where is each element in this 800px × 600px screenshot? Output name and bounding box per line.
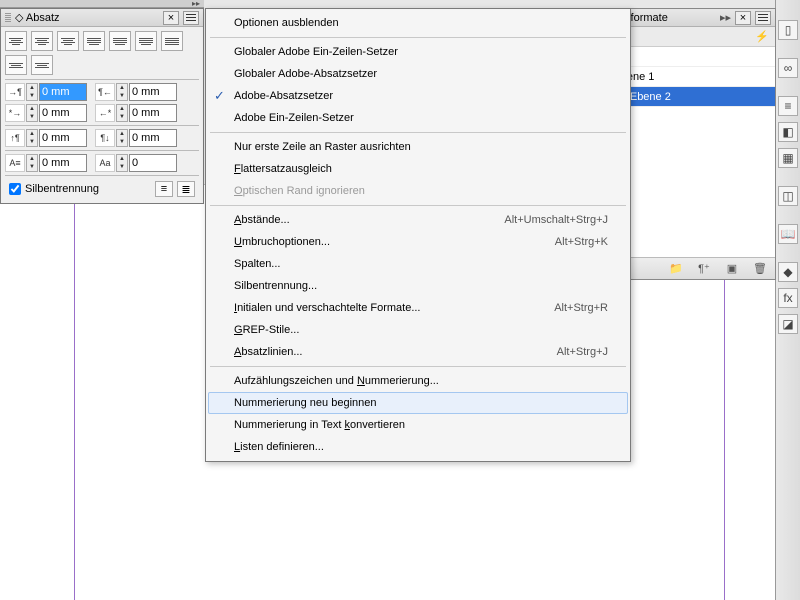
align-row-2 bbox=[5, 55, 199, 75]
panel-menu-button[interactable] bbox=[183, 11, 199, 25]
tool-book-icon[interactable]: 📖 bbox=[778, 224, 798, 244]
menu-ignore-optical-margin: Optischen Rand ignorieren bbox=[208, 180, 628, 202]
space-after-field: ¶↓ ▲▼ bbox=[95, 129, 177, 147]
menu-restart-numbering[interactable]: Nummerierung neu beginnen bbox=[208, 392, 628, 414]
menu-global-paragraph[interactable]: Globaler Adobe-Absatzsetzer bbox=[208, 63, 628, 85]
dropcap-chars-icon: Aa bbox=[95, 154, 115, 172]
space-before-input[interactable] bbox=[39, 129, 87, 147]
menu-columns[interactable]: Spalten... bbox=[208, 253, 628, 275]
dropcap-lines-input[interactable] bbox=[39, 154, 87, 172]
last-line-spinner[interactable]: ▲▼ bbox=[116, 104, 128, 122]
space-after-input[interactable] bbox=[129, 129, 177, 147]
menu-hide-options[interactable]: Optionen ausblenden bbox=[208, 12, 628, 34]
grip-icon bbox=[5, 13, 11, 23]
tool-stroke-icon[interactable]: ≡ bbox=[778, 96, 798, 116]
tool-links-icon[interactable]: ∞ bbox=[778, 58, 798, 78]
trash-icon[interactable]: 🗑 bbox=[753, 262, 767, 276]
first-line-spinner[interactable]: ▲▼ bbox=[26, 104, 38, 122]
panel-title-text: ◇ Absatz bbox=[15, 9, 159, 27]
align-left-button[interactable] bbox=[5, 31, 27, 51]
first-line-input[interactable] bbox=[39, 104, 87, 122]
first-line-indent-icon: *→ bbox=[5, 104, 25, 122]
menu-paragraph-rules[interactable]: Absatzlinien...Alt+Strg+J bbox=[208, 341, 628, 363]
tool-object-styles-icon[interactable]: ◪ bbox=[778, 314, 798, 334]
menu-dropcaps-nested[interactable]: Initialen und verschachtelte Formate...A… bbox=[208, 297, 628, 319]
last-line-indent-icon: ←* bbox=[95, 104, 115, 122]
folder-icon[interactable]: 📁 bbox=[669, 262, 683, 276]
space-after-spinner[interactable]: ▲▼ bbox=[116, 129, 128, 147]
menu-first-line-grid[interactable]: Nur erste Zeile an Raster ausrichten bbox=[208, 136, 628, 158]
menu-convert-numbering-to-text[interactable]: Nummerierung in Text konvertieren bbox=[208, 414, 628, 436]
tool-swatches-icon[interactable]: ▦ bbox=[778, 148, 798, 168]
guide-left[interactable] bbox=[74, 185, 75, 600]
double-arrow-icon[interactable]: ▸▸ bbox=[720, 11, 731, 24]
menu-spacing[interactable]: Abstände...Alt+Umschalt+Strg+J bbox=[208, 209, 628, 231]
dropcap-lines-icon: A≡ bbox=[5, 154, 25, 172]
dropcap-chars-field: Aa ▲▼ bbox=[95, 154, 177, 172]
align-spine-button[interactable] bbox=[5, 55, 27, 75]
clear-override-icon[interactable]: ¶⁺ bbox=[697, 262, 711, 276]
paragraph-panel-flyout-menu: Optionen ausblenden Globaler Adobe Ein-Z… bbox=[205, 8, 631, 462]
menu-define-lists[interactable]: Listen definieren... bbox=[208, 436, 628, 458]
tool-pages-icon[interactable]: ▯ bbox=[778, 20, 798, 40]
paragraph-panel-titlebar[interactable]: ◇ Absatz × bbox=[1, 9, 203, 27]
menu-adobe-single-line[interactable]: Adobe Ein-Zeilen-Setzer bbox=[208, 107, 628, 129]
styles-close-button[interactable]: × bbox=[735, 11, 751, 25]
menu-icon bbox=[758, 17, 768, 18]
indent-right-icon: ¶← bbox=[95, 83, 115, 101]
space-before-field: ↑¶ ▲▼ bbox=[5, 129, 87, 147]
indent-left-input[interactable] bbox=[39, 83, 87, 101]
dropcap-chars-input[interactable] bbox=[129, 154, 177, 172]
menu-global-single-line[interactable]: Globaler Adobe Ein-Zeilen-Setzer bbox=[208, 41, 628, 63]
space-after-icon: ¶↓ bbox=[95, 129, 115, 147]
collapse-arrows-icon: ▸▸ bbox=[192, 0, 200, 8]
menu-icon bbox=[186, 17, 196, 18]
panel-close-button[interactable]: × bbox=[163, 11, 179, 25]
align-center-button[interactable] bbox=[31, 31, 53, 51]
space-before-icon: ↑¶ bbox=[5, 129, 25, 147]
dropcap-lines-spinner[interactable]: ▲▼ bbox=[26, 154, 38, 172]
paragraph-panel-body: →¶ ▲▼ ¶← ▲▼ *→ ▲▼ ←* ▲▼ bbox=[1, 27, 203, 203]
align-away-spine-button[interactable] bbox=[31, 55, 53, 75]
check-icon: ✓ bbox=[214, 88, 225, 104]
menu-keep-options[interactable]: Umbruchoptionen...Alt+Strg+K bbox=[208, 231, 628, 253]
indent-left-icon: →¶ bbox=[5, 83, 25, 101]
styles-menu-button[interactable] bbox=[755, 11, 771, 25]
tool-layers-icon[interactable]: ◆ bbox=[778, 262, 798, 282]
last-line-input[interactable] bbox=[129, 104, 177, 122]
panel-collapse-bar[interactable]: ▸▸ bbox=[0, 0, 204, 8]
justify-full-button[interactable] bbox=[161, 31, 183, 51]
indent-left-spinner[interactable]: ▲▼ bbox=[26, 83, 38, 101]
tool-library-icon[interactable]: ◫ bbox=[778, 186, 798, 206]
justify-left-button[interactable] bbox=[83, 31, 105, 51]
menu-bullets-numbering[interactable]: Aufzählungszeichen und Nummerierung... bbox=[208, 370, 628, 392]
right-toolstrip: ▯ ∞ ≡ ◧ ▦ ◫ 📖 ◆ fx ◪ bbox=[775, 0, 800, 600]
menu-grep-styles[interactable]: GREP-Stile... bbox=[208, 319, 628, 341]
align-right-button[interactable] bbox=[57, 31, 79, 51]
hyphenation-label: Silbentrennung bbox=[25, 183, 99, 195]
new-style-icon[interactable]: ▣ bbox=[725, 262, 739, 276]
dropcap-chars-spinner[interactable]: ▲▼ bbox=[116, 154, 128, 172]
indent-left-field: →¶ ▲▼ bbox=[5, 83, 87, 101]
justify-center-button[interactable] bbox=[109, 31, 131, 51]
indent-right-spinner[interactable]: ▲▼ bbox=[116, 83, 128, 101]
baseline-btn-1[interactable]: ≡ bbox=[155, 181, 173, 197]
last-line-indent-field: ←* ▲▼ bbox=[95, 104, 177, 122]
quick-apply-icon[interactable]: ⚡ bbox=[755, 30, 769, 43]
baseline-btn-2[interactable]: ≣ bbox=[177, 181, 195, 197]
align-row-1 bbox=[5, 31, 199, 51]
justify-right-button[interactable] bbox=[135, 31, 157, 51]
tool-effects-icon[interactable]: fx bbox=[778, 288, 798, 308]
first-line-indent-field: *→ ▲▼ bbox=[5, 104, 87, 122]
paragraph-panel: ◇ Absatz × →¶ ▲▼ ¶← ▲▼ bbox=[0, 8, 204, 204]
indent-right-field: ¶← ▲▼ bbox=[95, 83, 177, 101]
space-before-spinner[interactable]: ▲▼ bbox=[26, 129, 38, 147]
tool-color-icon[interactable]: ◧ bbox=[778, 122, 798, 142]
hyphenation-checkbox[interactable] bbox=[9, 183, 21, 195]
menu-balance-ragged[interactable]: Flattersatzausgleich bbox=[208, 158, 628, 180]
menu-adobe-paragraph[interactable]: ✓Adobe-Absatzsetzer bbox=[208, 85, 628, 107]
menu-hyphenation[interactable]: Silbentrennung... bbox=[208, 275, 628, 297]
indent-right-input[interactable] bbox=[129, 83, 177, 101]
dropcap-lines-field: A≡ ▲▼ bbox=[5, 154, 87, 172]
